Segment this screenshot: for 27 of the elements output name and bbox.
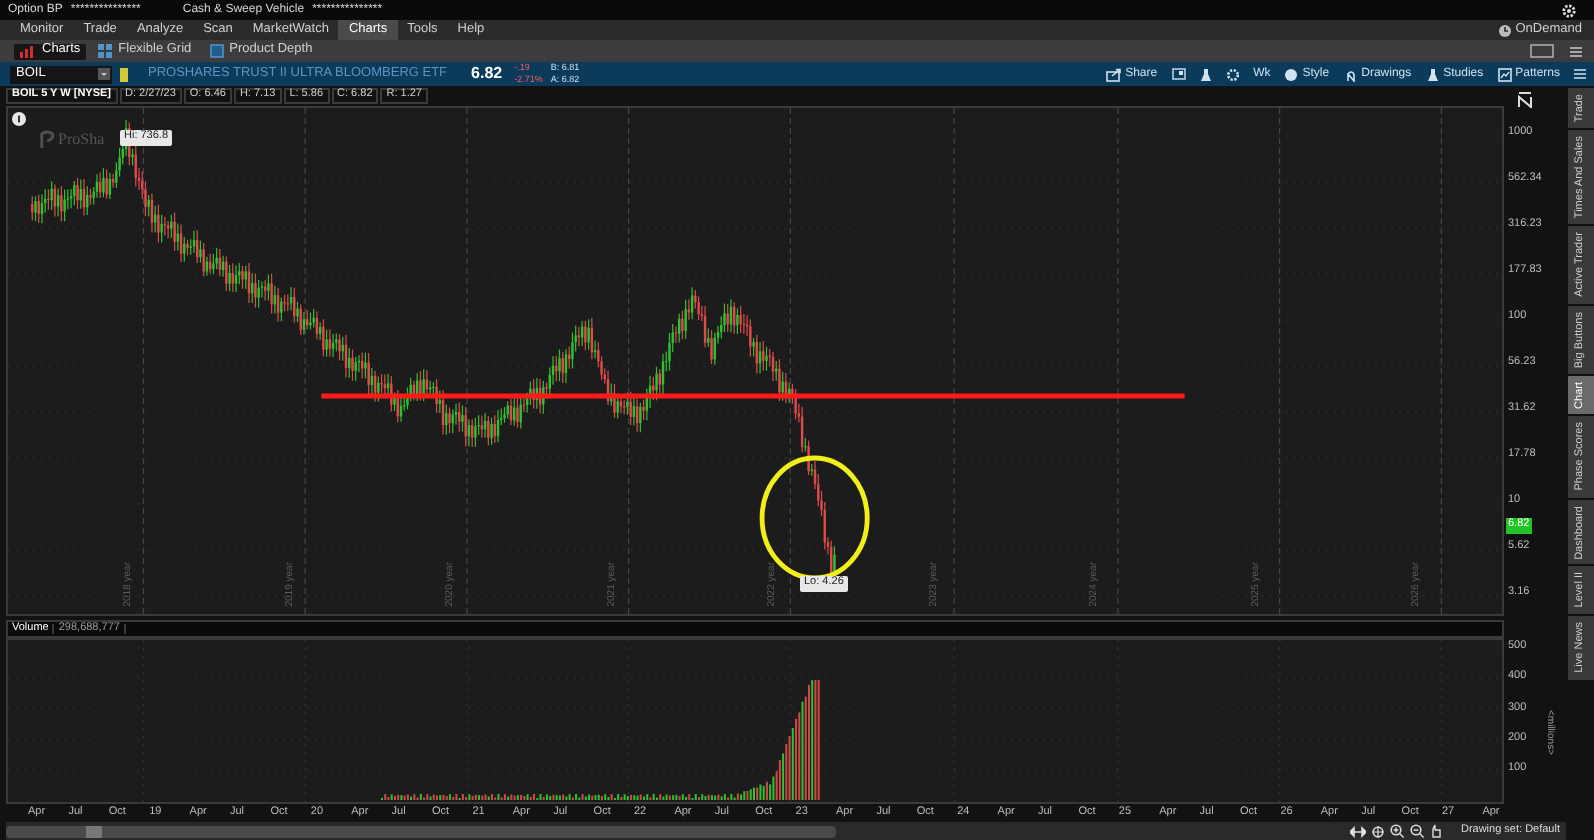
- dropdown-icon: [98, 68, 110, 80]
- window-icon: [1530, 44, 1554, 58]
- chart-mode-icon[interactable]: [1518, 92, 1532, 108]
- zoom-out-icon[interactable]: [1410, 824, 1425, 838]
- pan-icon[interactable]: [1350, 825, 1367, 837]
- logo-icon: [40, 130, 56, 150]
- menu-icon[interactable]: [1574, 68, 1586, 80]
- share-icon: [1105, 67, 1122, 81]
- pattern-icon: [1497, 67, 1512, 81]
- flask-icon[interactable]: [1199, 67, 1212, 81]
- circle-annotation: [759, 455, 870, 581]
- grid-icon: [98, 44, 113, 58]
- last-price: 6.82: [471, 66, 503, 82]
- settings-icon: [1562, 3, 1576, 17]
- settings-icon[interactable]: [1225, 67, 1240, 81]
- crosshair-icon[interactable]: [1372, 825, 1385, 837]
- scrollbar[interactable]: [6, 825, 836, 837]
- zoom-in-icon[interactable]: [1390, 824, 1405, 838]
- menu-icon[interactable]: [1570, 45, 1582, 57]
- detach-icon[interactable]: [1171, 68, 1186, 80]
- info-icon: [12, 112, 26, 126]
- logo-text: ProSha: [58, 132, 105, 148]
- link-icon: [120, 67, 128, 81]
- square-icon: [209, 44, 224, 58]
- scrollbar-handle-icon[interactable]: [86, 825, 102, 837]
- bar-chart-icon: [20, 45, 36, 57]
- flask-icon: [1425, 67, 1440, 81]
